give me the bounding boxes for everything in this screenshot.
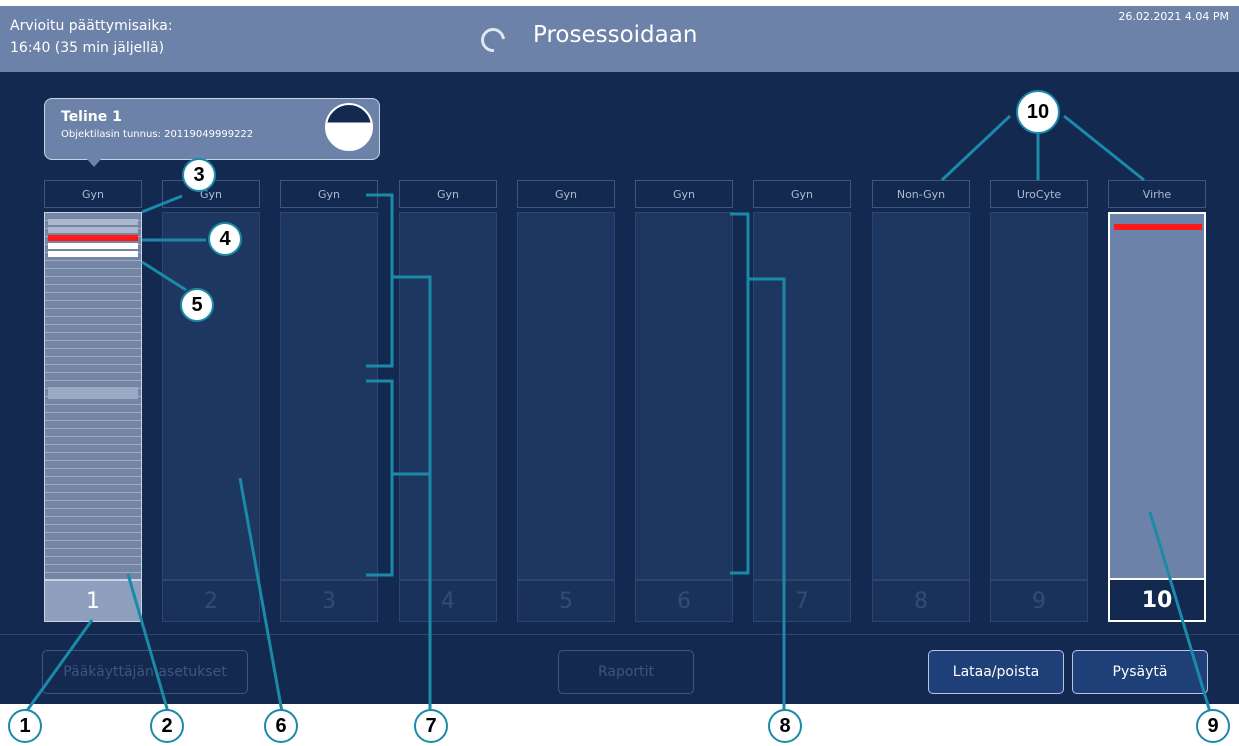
callout-8: 8 [768,709,802,743]
callout-1: 1 [8,709,42,743]
callout-7: 7 [414,709,448,743]
callout-3: 3 [182,158,216,192]
callout-9: 9 [1196,709,1230,743]
callout-6: 6 [264,709,298,743]
callout-2: 2 [150,709,184,743]
callout-10: 10 [1016,90,1060,134]
callout-4: 4 [208,222,242,256]
callout-5: 5 [180,288,214,322]
